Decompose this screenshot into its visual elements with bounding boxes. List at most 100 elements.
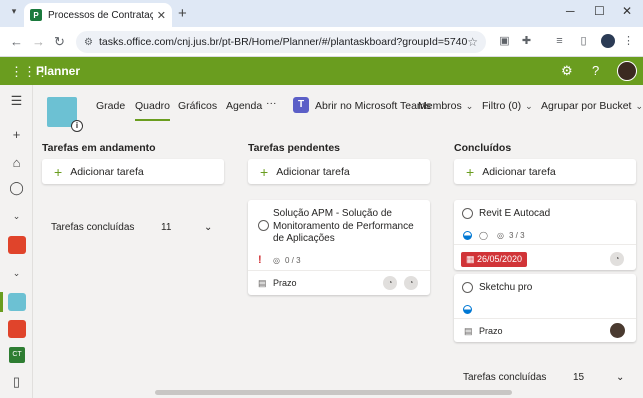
assign-person-icon[interactable]: ◔: [610, 252, 624, 266]
add-task-label: Adicionar tarefa: [276, 165, 350, 178]
checklist-icon: ◎: [273, 256, 280, 265]
due-date-badge[interactable]: ▦ 26/05/2020: [461, 252, 528, 267]
assignee-photo[interactable]: [610, 323, 625, 338]
chrome-menu-icon[interactable]: ⋮: [622, 35, 635, 48]
bookmark-star-icon[interactable]: ☆: [467, 35, 478, 49]
progress-icon: [463, 231, 472, 240]
user-avatar[interactable]: [617, 61, 637, 81]
filter-dropdown[interactable]: Filtro (0) ⌄: [482, 100, 533, 112]
help-icon[interactable]: ?: [592, 63, 599, 78]
members-label: Membros: [418, 100, 462, 112]
chevron-down-icon-2[interactable]: ⌄: [0, 268, 33, 279]
tab-search-icon[interactable]: ▾: [8, 6, 20, 18]
tab-grade[interactable]: Grade: [96, 100, 125, 112]
divider: [454, 244, 636, 245]
app-name[interactable]: Planner: [36, 64, 80, 78]
task-card[interactable]: Sketchu pro ▤ Prazo: [454, 274, 636, 342]
divider: [454, 318, 636, 319]
calendar-icon: ▦: [466, 254, 478, 264]
task-card[interactable]: Revit E Autocad ◯ ◎ 3 / 3 ▦ 26/05/2020 ◔: [454, 200, 636, 270]
mobile-app-icon[interactable]: ▯: [0, 374, 33, 390]
add-task-button[interactable]: + Adicionar tarefa: [248, 159, 430, 184]
plan-icon-2[interactable]: [8, 320, 26, 338]
complete-task-checkbox[interactable]: [462, 282, 473, 293]
comment-icon: ◯: [479, 231, 488, 240]
url-text: tasks.office.com/cnj.jus.br/pt-BR/Home/P…: [98, 36, 468, 48]
tab-agenda[interactable]: Agenda: [226, 100, 262, 112]
plan-info-icon[interactable]: i: [71, 120, 83, 132]
home-icon[interactable]: ⌂: [0, 155, 33, 170]
complete-task-checkbox[interactable]: [462, 208, 473, 219]
plus-icon: +: [260, 163, 269, 180]
assign-person-icon-2[interactable]: ◔: [404, 276, 418, 290]
bucket-icon: ▤: [464, 326, 473, 336]
tab-quadro[interactable]: Quadro: [135, 100, 171, 121]
browser-tab[interactable]: P Processos de Contratação em ✕: [24, 3, 172, 27]
extensions-puzzle-icon[interactable]: ✚: [520, 35, 533, 48]
members-dropdown[interactable]: Membros ⌄: [418, 100, 473, 112]
group-by-dropdown[interactable]: Agrupar por Bucket ⌄: [541, 100, 643, 112]
left-rail: ☰ + ⌂ ◯ ⌄ ⌄ CT ▯: [0, 85, 33, 398]
plus-icon: +: [54, 163, 63, 180]
chevron-down-icon[interactable]: ⌄: [0, 211, 33, 222]
bucket-title-pendentes[interactable]: Tarefas pendentes: [248, 142, 340, 154]
reload-icon[interactable]: ↻: [54, 34, 65, 50]
add-task-label: Adicionar tarefa: [70, 165, 144, 178]
extension-icon[interactable]: ▣: [498, 35, 511, 48]
divider: [248, 270, 430, 271]
completed-tasks-toggle[interactable]: Tarefas concluídas 15 ⌄: [463, 372, 628, 383]
important-priority-icon: !: [258, 254, 262, 266]
add-task-label: Adicionar tarefa: [482, 165, 556, 178]
horizontal-scrollbar[interactable]: [155, 390, 512, 395]
add-task-button[interactable]: + Adicionar tarefa: [454, 159, 636, 184]
completed-tasks-count: 15: [573, 372, 585, 383]
chevron-down-icon: ⌄: [525, 101, 533, 111]
plan-icon-recent-1[interactable]: [8, 236, 26, 254]
checklist-count: 3 / 3: [509, 231, 525, 240]
minimize-icon[interactable]: ─: [566, 4, 575, 18]
new-plan-icon[interactable]: +: [0, 127, 33, 142]
media-controls-icon[interactable]: ≡: [553, 35, 566, 48]
open-in-teams-link[interactable]: Abrir no Microsoft Teams: [315, 100, 431, 112]
chevron-down-icon: ⌄: [635, 101, 643, 111]
add-task-button[interactable]: + Adicionar tarefa: [42, 159, 224, 184]
teams-icon: T: [293, 97, 309, 113]
bucket-footer-label: Prazo: [273, 278, 297, 288]
plan-icon-current[interactable]: [8, 293, 26, 311]
omnibox[interactable]: ⚙ tasks.office.com/cnj.jus.br/pt-BR/Home…: [76, 31, 486, 53]
close-window-icon[interactable]: ✕: [622, 4, 632, 18]
selected-indicator: [0, 292, 3, 312]
completed-tasks-label: Tarefas concluídas: [51, 222, 135, 233]
hamburger-menu-icon[interactable]: ☰: [0, 93, 33, 109]
new-tab-icon[interactable]: +: [178, 5, 187, 22]
my-tasks-icon[interactable]: ◯: [0, 180, 33, 196]
side-panel-icon[interactable]: ▯: [577, 35, 590, 48]
due-date-text: 26/05/2020: [477, 254, 523, 264]
site-info-icon[interactable]: ⚙: [84, 37, 93, 48]
more-options-icon[interactable]: ···: [266, 97, 277, 109]
completed-tasks-toggle[interactable]: Tarefas concluídas 11 ⌄: [51, 222, 216, 233]
completed-tasks-count: 11: [161, 222, 172, 233]
task-title: Revit E Autocad: [479, 208, 551, 219]
settings-gear-icon[interactable]: ⚙: [561, 63, 573, 79]
forward-icon[interactable]: →: [32, 34, 45, 49]
tab-graficos[interactable]: Gráficos: [178, 100, 217, 112]
maximize-icon[interactable]: ☐: [594, 4, 605, 18]
plan-icon-ct[interactable]: CT: [9, 347, 25, 363]
bucket-footer-label: Prazo: [479, 326, 503, 336]
bucket-title-em-andamento[interactable]: Tarefas em andamento: [42, 142, 156, 154]
task-card[interactable]: Solução APM - Solução de Monitoramento d…: [248, 200, 430, 295]
checklist-count: 0 / 3: [285, 256, 301, 265]
back-icon[interactable]: ←: [10, 34, 23, 49]
close-tab-icon[interactable]: ✕: [157, 9, 166, 22]
assign-person-icon[interactable]: ◔: [383, 276, 397, 290]
profile-avatar[interactable]: [601, 34, 615, 48]
group-by-label: Agrupar por Bucket: [541, 100, 632, 112]
browser-tab-strip: ▾ P Processos de Contratação em ✕ + ─ ☐ …: [0, 0, 643, 27]
bucket-title-concluidos[interactable]: Concluídos: [454, 142, 511, 154]
plus-icon: +: [466, 163, 475, 180]
checklist-icon: ◎: [497, 231, 504, 240]
complete-task-checkbox[interactable]: [258, 220, 269, 231]
chevron-down-icon: ⌄: [204, 222, 213, 233]
task-title: Sketchu pro: [479, 282, 533, 293]
